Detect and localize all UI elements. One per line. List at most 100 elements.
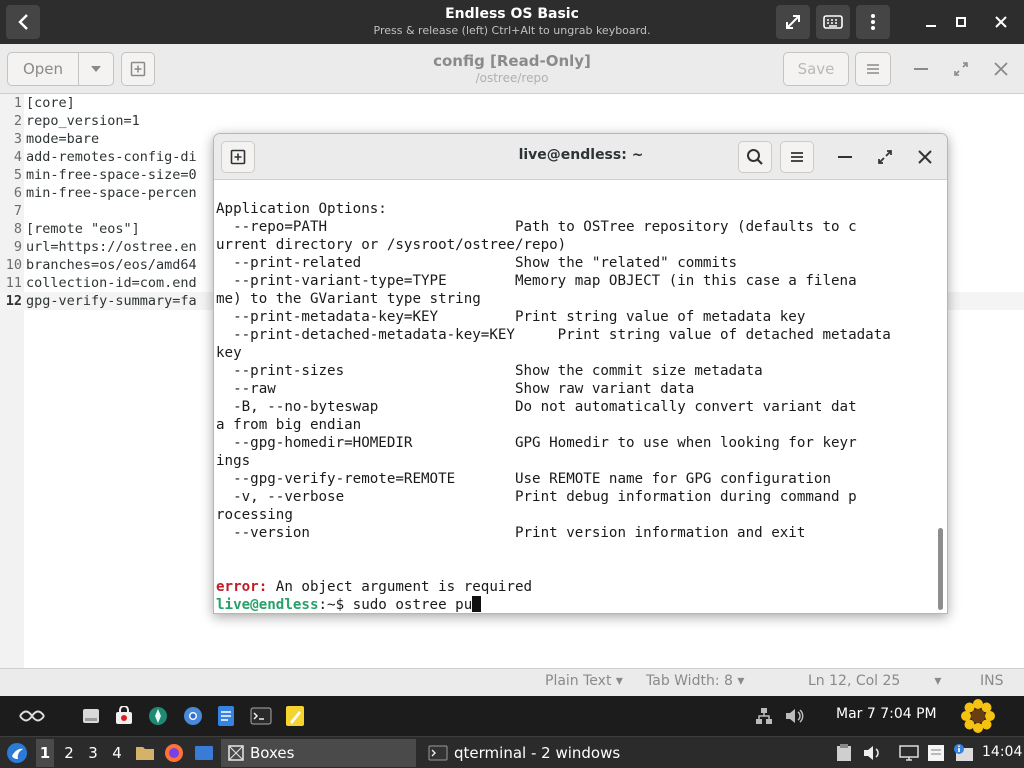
gedit-restore-button[interactable]	[946, 56, 976, 82]
terminal-scrollbar[interactable]	[938, 528, 943, 610]
error-line: error: An object argument is required	[216, 578, 532, 596]
cursor-position-selector[interactable]: Ln 12, Col 25 ▾	[808, 673, 941, 689]
new-tab-button[interactable]	[121, 52, 155, 86]
workspace-2[interactable]: 2	[62, 744, 76, 762]
folder-icon	[136, 747, 154, 760]
monitor-icon	[899, 745, 919, 761]
line-number: 3	[13, 131, 22, 147]
line-number: 5	[13, 167, 22, 183]
open-recent-dropdown[interactable]	[78, 52, 114, 86]
blue-document-icon	[218, 706, 234, 726]
terminal-line: --repo=PATH Path to OSTree repository (d…	[216, 219, 857, 235]
terminal-output[interactable]: Application Options: --repo=PATH Path to…	[214, 181, 947, 613]
drive-icon	[83, 709, 99, 723]
line-text: url=https://ostree.en	[26, 239, 197, 255]
text-editor-app-icon[interactable]	[283, 702, 307, 730]
terminal-title: live@endless: ~	[518, 147, 644, 163]
speaker-icon	[786, 709, 804, 723]
terminal-line: urrent directory or /sysroot/ostree/repo…	[216, 237, 567, 253]
terminal-new-tab-button[interactable]	[221, 141, 255, 173]
gedit-menu-button[interactable]	[855, 52, 891, 86]
terminal-line: --print-variant-type=TYPE Memory map OBJ…	[216, 273, 857, 289]
line-text: [remote "eos"]	[26, 221, 140, 237]
updates-tray-icon[interactable]	[950, 740, 976, 766]
keyboard-button[interactable]	[816, 5, 850, 39]
compass-icon	[149, 707, 167, 725]
notes-tray-icon[interactable]	[925, 741, 947, 765]
error-message: An object argument is required	[267, 579, 533, 595]
terminal-line: --gpg-verify-remote=REMOTE Use REMOTE na…	[216, 471, 831, 487]
terminal-close-button[interactable]	[910, 141, 940, 173]
terminal-search-button[interactable]	[738, 141, 772, 173]
line-text: [core]	[26, 95, 75, 111]
terminal-line: -v, --verbose Print debug information du…	[216, 489, 857, 505]
code-line: 1 [core]	[0, 94, 1024, 112]
gedit-minimize-button[interactable]	[906, 56, 936, 82]
taskbar-item-qterminal-label: qterminal - 2 windows	[454, 744, 621, 762]
taskbar-item-boxes[interactable]: Boxes	[221, 739, 416, 767]
terminal-maximize-button[interactable]	[870, 141, 900, 173]
taskbar-item-boxes-label: Boxes	[250, 744, 295, 762]
terminal-line: ings	[216, 453, 251, 469]
volume-tray-icon[interactable]	[861, 741, 883, 765]
line-text: gpg-verify-summary=fa	[26, 293, 197, 309]
files-app-icon[interactable]	[79, 703, 103, 729]
vm-menu-button[interactable]	[856, 5, 890, 39]
bottom-panel-clock[interactable]: 14:04	[982, 744, 1022, 760]
document-title: config [Read-Only]	[433, 52, 591, 70]
file-manager-launcher[interactable]	[134, 741, 156, 765]
document-app-icon[interactable]	[215, 702, 237, 730]
language-selector[interactable]: Plain Text ▾	[545, 673, 623, 689]
document-path: /ostree/repo	[475, 71, 549, 85]
terminal-minimize-button[interactable]	[830, 141, 860, 173]
maximize-icon	[956, 17, 966, 27]
terminal-app-icon[interactable]	[248, 703, 274, 729]
save-button[interactable]: Save	[783, 52, 849, 86]
chromium-app-icon[interactable]	[180, 703, 206, 729]
lxqt-menu-button[interactable]	[4, 740, 30, 766]
gedit-status-bar: Plain Text ▾ Tab Width: 8 ▾ Ln 12, Col 2…	[0, 668, 1024, 696]
endless-menu-button[interactable]	[14, 704, 50, 728]
store-bag-icon	[116, 706, 132, 724]
fullscreen-button[interactable]	[776, 5, 810, 39]
maps-app-icon[interactable]	[146, 703, 170, 729]
bottom-panel: 1234 Boxes qterminal - 2 windows 14:04	[0, 736, 1024, 768]
clipboard-tray-icon[interactable]	[833, 741, 855, 765]
endless-logo-icon	[19, 710, 45, 722]
workspace-1[interactable]: 1	[36, 739, 54, 767]
gedit-close-button[interactable]	[986, 56, 1016, 82]
terminal-icon	[428, 745, 448, 761]
top-panel-clock[interactable]: Mar 7 7:04 PM	[836, 706, 937, 722]
line-number: 10	[5, 257, 22, 273]
network-indicator[interactable]	[752, 704, 776, 728]
user-avatar[interactable]	[960, 699, 996, 733]
prompt-line: live@endless:~$ sudo ostree pu	[216, 596, 482, 613]
workspace-4[interactable]: 4	[110, 744, 124, 762]
tab-width-selector[interactable]: Tab Width: 8 ▾	[646, 673, 744, 689]
line-text: min-free-space-percen	[26, 185, 197, 201]
terminal-menu-button[interactable]	[780, 141, 814, 173]
line-number: 2	[13, 113, 22, 129]
vm-close-button[interactable]	[986, 7, 1016, 37]
vm-minimize-button[interactable]	[916, 7, 946, 37]
taskbar-item-qterminal[interactable]: qterminal - 2 windows	[422, 739, 642, 767]
display-tray-icon[interactable]	[897, 741, 921, 765]
text-cursor	[472, 596, 482, 612]
terminal-line: --print-metadata-key=KEY Print string va…	[216, 309, 806, 325]
line-text: add-remotes-config-di	[26, 149, 197, 165]
line-number: 12	[5, 293, 22, 309]
notepad-pencil-icon	[286, 706, 304, 726]
line-number: 6	[13, 185, 22, 201]
terminal-line: --print-related Show the "related" commi…	[216, 255, 738, 271]
vm-maximize-button[interactable]	[946, 7, 976, 37]
volume-indicator[interactable]	[782, 704, 806, 728]
show-desktop-button[interactable]	[192, 741, 216, 765]
firefox-launcher[interactable]	[162, 741, 186, 765]
chevron-down-icon: ▾	[737, 673, 745, 689]
app-center-icon[interactable]	[112, 703, 136, 729]
sticky-note-icon	[928, 745, 944, 761]
maximize-icon	[878, 150, 892, 164]
workspace-3[interactable]: 3	[86, 744, 100, 762]
open-button[interactable]: Open	[7, 52, 79, 86]
kebab-menu-icon	[871, 14, 875, 30]
